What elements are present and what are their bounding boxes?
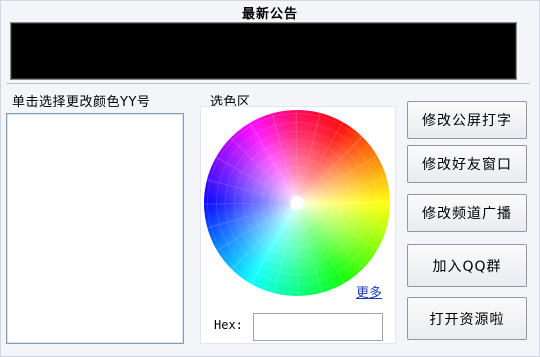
notice-title: 最新公告: [241, 7, 298, 22]
hex-label: Hex:: [214, 318, 243, 332]
more-colors-link[interactable]: 更多: [356, 282, 382, 301]
yy-list-label: 单击选择更改颜色YY号: [12, 95, 151, 110]
edit-channel-broadcast-button[interactable]: 修改频道广播: [407, 194, 527, 232]
edit-public-chat-button[interactable]: 修改公屏打字: [407, 101, 527, 139]
edit-friend-window-button[interactable]: 修改好友窗口: [407, 145, 527, 183]
join-qq-group-button[interactable]: 加入QQ群: [407, 244, 527, 287]
notice-display: [10, 22, 517, 80]
color-wheel-icon[interactable]: [204, 110, 390, 296]
divider: [6, 83, 530, 84]
open-resources-button[interactable]: 打开资源啦: [407, 297, 527, 340]
yy-number-list[interactable]: [6, 113, 184, 344]
hex-input[interactable]: [253, 313, 383, 341]
